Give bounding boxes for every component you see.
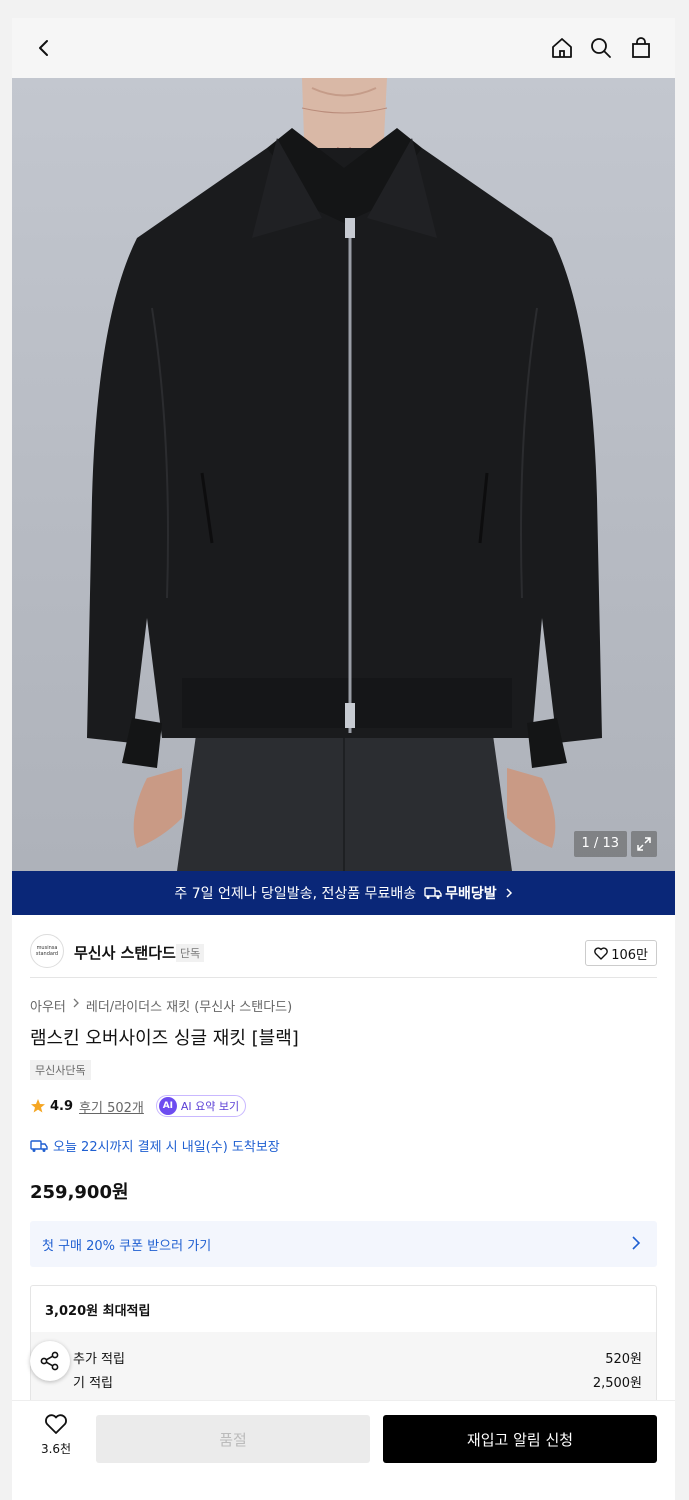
search-icon[interactable] — [585, 32, 617, 64]
coupon-banner[interactable]: 첫 구매 20% 쿠폰 받으러 가기 — [30, 1221, 657, 1267]
exclusive-badge: 무신사단독 — [30, 1060, 91, 1080]
home-icon[interactable] — [546, 32, 578, 64]
soldout-button[interactable]: 품절 — [96, 1415, 370, 1463]
rating-row: 4.9 후기 502개 AI AI 요약 보기 — [30, 1095, 247, 1117]
points-row: 추가 적립 520원 — [45, 1348, 642, 1367]
delivery-truck-icon — [30, 1139, 48, 1152]
product-image-carousel[interactable]: 1 / 13 — [12, 78, 675, 871]
expand-icon[interactable] — [631, 831, 657, 857]
star-icon — [31, 1099, 45, 1113]
ai-summary-button[interactable]: AI AI 요약 보기 — [155, 1095, 247, 1117]
restock-alert-button[interactable]: 재입고 알림 신청 — [383, 1415, 657, 1463]
chevron-right-icon — [506, 888, 512, 898]
free-shipping-banner[interactable]: 주 7일 언제나 당일발송, 전상품 무료배송 무배당발 — [12, 871, 675, 915]
banner-brand: 무배당발 — [424, 883, 497, 903]
reviews-link[interactable]: 후기 502개 — [79, 1097, 144, 1116]
product-photo — [87, 78, 602, 871]
share-button[interactable] — [30, 1341, 70, 1381]
heart-icon — [45, 1414, 67, 1434]
delivery-text: 오늘 22시까지 결제 시 내일(수) 도착보장 — [53, 1140, 280, 1155]
store-logo: musinsa standard — [30, 934, 64, 968]
rating-score: 4.9 — [50, 1098, 74, 1114]
share-icon — [40, 1351, 59, 1371]
breadcrumb-item[interactable]: 레더/라이더스 재킷 (무신사 스탠다드) — [86, 996, 292, 1015]
store-name[interactable]: 무신사 스탠다드 — [74, 942, 176, 963]
points-row-value: 2,500원 — [592, 1376, 642, 1391]
points-header: 3,020원 최대적립 — [45, 1303, 151, 1319]
points-row-label: 추가 적립 — [73, 1352, 125, 1367]
chevron-right-icon — [632, 1236, 641, 1250]
points-row-value: 520원 — [605, 1352, 642, 1367]
like-count: 3.6천 — [40, 1442, 72, 1456]
bottom-action-bar: 3.6천 품절 재입고 알림 신청 — [12, 1400, 675, 1500]
store-row[interactable]: musinsa standard 무신사 스탠다드 단독 106만 — [30, 926, 657, 978]
store-like-button[interactable]: 106만 — [585, 940, 657, 966]
banner-text: 주 7일 언제나 당일발송, 전상품 무료배송 — [174, 886, 417, 902]
ai-summary-label: AI 요약 보기 — [180, 1100, 240, 1113]
store-tag: 단독 — [176, 944, 205, 962]
banner-brand-label: 무배당발 — [445, 886, 497, 902]
back-icon[interactable] — [28, 32, 60, 64]
product-title: 램스킨 오버사이즈 싱글 재킷 [블랙] — [30, 1028, 299, 1049]
delivery-guarantee: 오늘 22시까지 결제 시 내일(수) 도착보장 — [30, 1136, 280, 1155]
breadcrumb-item[interactable]: 아우터 — [30, 996, 66, 1015]
ai-icon: AI — [158, 1097, 177, 1115]
delivery-truck-icon — [424, 887, 442, 899]
top-nav-bar — [12, 18, 675, 78]
points-row: 기 적립 2,500원 — [45, 1372, 642, 1391]
chevron-right-icon — [73, 998, 79, 1008]
product-price: 259,900원 — [30, 1182, 129, 1203]
app-frame: 1 / 13 주 7일 언제나 당일발송, 전상품 무료배송 무배당발 musi… — [12, 18, 675, 1500]
image-counter: 1 / 13 — [573, 831, 627, 857]
heart-icon — [594, 946, 609, 960]
breadcrumb: 아우터 레더/라이더스 재킷 (무신사 스탠다드) — [30, 996, 292, 1015]
coupon-label: 첫 구매 20% 쿠폰 받으러 가기 — [42, 1238, 212, 1254]
like-button[interactable]: 3.6천 — [32, 1413, 80, 1457]
store-like-count: 106만 — [611, 947, 648, 963]
shopping-bag-icon[interactable] — [625, 32, 657, 64]
points-row-label: 기 적립 — [73, 1376, 114, 1391]
